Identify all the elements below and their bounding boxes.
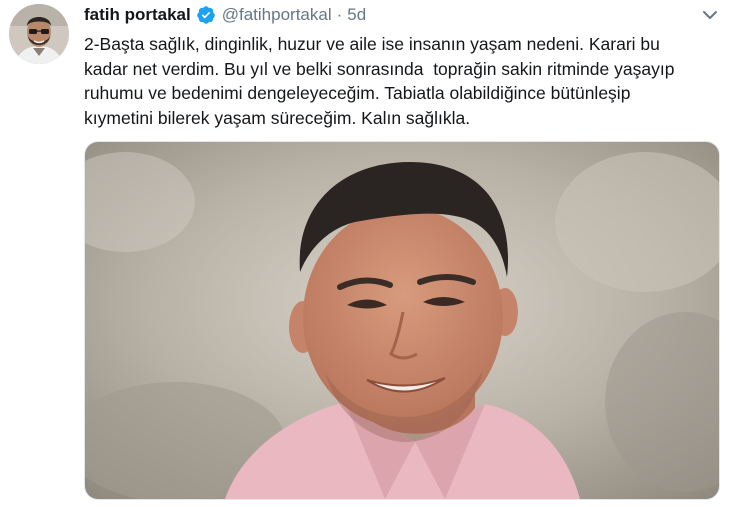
tweet-text-line: 2-Başta sağlık, dinginlik, huzur ve aile… — [84, 34, 660, 54]
avatar-image — [9, 4, 69, 64]
tweet-text-line: ruhumu ve bedenimi dengeleyeceğim. Tabia… — [84, 83, 631, 103]
tweet-media-photo[interactable] — [84, 141, 720, 500]
tweet-timestamp[interactable]: 5d — [347, 5, 366, 25]
chevron-down-icon[interactable] — [700, 6, 720, 24]
tweet-text-line: kıymetini bilerek yaşam süreceğim. Kalın… — [84, 107, 471, 128]
author-name[interactable]: fatih portakal — [84, 5, 191, 25]
author-handle[interactable]: @fatihportakal — [222, 5, 332, 25]
avatar[interactable] — [9, 4, 69, 64]
separator-dot: · — [336, 5, 343, 24]
tweet-text: 2-Başta sağlık, dinginlik, huzur ve aile… — [84, 32, 734, 130]
tweet: fatih portakal @fatihportakal · 5d 2-Baş… — [0, 0, 743, 507]
tweet-header: fatih portakal @fatihportakal · 5d — [84, 4, 366, 26]
tweet-text-line: kadar net verdim. Bu yıl ve belki sonras… — [84, 58, 675, 79]
photo-portrait — [85, 142, 719, 499]
verified-badge-icon — [196, 5, 216, 25]
